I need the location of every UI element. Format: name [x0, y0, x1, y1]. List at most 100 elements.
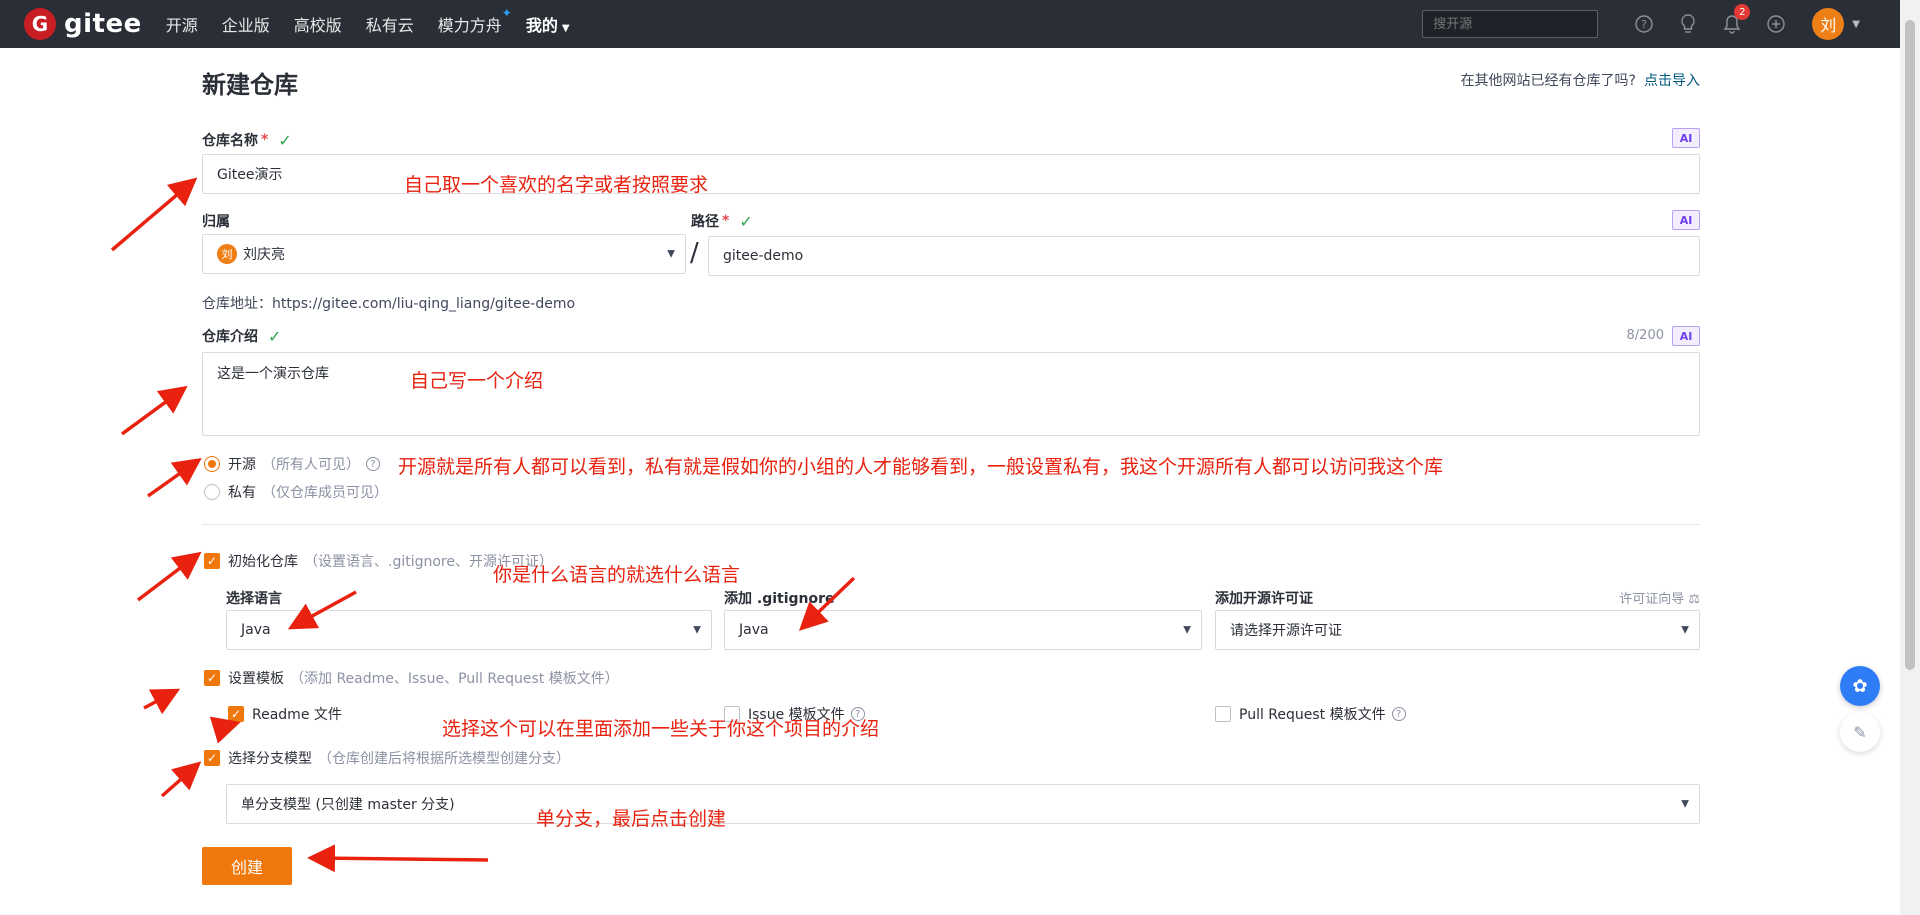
template-label: 设置模板: [228, 671, 284, 687]
repo-address: 仓库地址：https://gitee.com/liu-qing_liang/gi…: [202, 296, 576, 312]
language-value: Java: [241, 622, 271, 638]
template-hint: （添加 Readme、Issue、Pull Request 模板文件）: [290, 671, 619, 687]
chevron-down-icon: ▼: [1183, 624, 1191, 636]
import-link[interactable]: 点击导入: [1644, 73, 1700, 89]
language-label: 选择语言: [226, 591, 282, 607]
gitignore-select[interactable]: Java ▼: [724, 610, 1202, 650]
top-nav: G gitee 开源 企业版 高校版 私有云 模力方舟✦ 我的▼ ? 2 刘 ▼: [0, 0, 1900, 48]
intro-value: 这是一个演示仓库: [217, 366, 329, 382]
owner-value: 刘庆亮: [243, 247, 285, 263]
path-input[interactable]: gitee-demo: [708, 236, 1700, 276]
visibility-public[interactable]: 开源 （所有人可见） ?: [204, 454, 380, 474]
nav-link-moli-label: 模力方舟: [437, 16, 502, 35]
template-row[interactable]: ✓ 设置模板 （添加 Readme、Issue、Pull Request 模板文…: [204, 668, 619, 688]
nav-right: ? 2 刘 ▼: [1422, 0, 1860, 48]
owner-avatar: 刘: [217, 244, 237, 264]
annotation-visibility: 开源就是所有人都可以看到，私有就是假如你的小组的人才能够看到，一般设置私有，我这…: [398, 456, 1444, 478]
import-hint-text: 在其他网站已经有仓库了吗?: [1460, 73, 1636, 89]
arrow-repo-name: [110, 177, 198, 252]
gitignore-value: Java: [739, 622, 769, 638]
nav-link-opensource[interactable]: 开源: [166, 12, 198, 36]
license-select[interactable]: 请选择开源许可证 ▼: [1215, 610, 1700, 650]
svg-text:?: ?: [1641, 18, 1647, 31]
nav-link-mine-label: 我的: [525, 16, 558, 35]
gitee-logo-icon: G: [24, 8, 56, 40]
chevron-down-icon: ▼: [1681, 798, 1689, 810]
create-button[interactable]: 创建: [202, 847, 292, 885]
arrow-readme: [209, 716, 241, 744]
question-icon[interactable]: ?: [1391, 707, 1406, 721]
readme-checkbox[interactable]: ✓: [228, 706, 244, 722]
nav-link-private-cloud[interactable]: 私有云: [366, 12, 414, 36]
lightbulb-icon[interactable]: [1678, 14, 1698, 34]
private-hint: （仅仓库成员可见）: [262, 485, 388, 501]
check-icon: ✓: [268, 326, 282, 346]
arrow-init: [136, 551, 202, 602]
branch-model-value: 单分支模型 (只创建 master 分支): [241, 797, 455, 813]
license-placeholder: 请选择开源许可证: [1230, 623, 1342, 639]
nav-link-mine[interactable]: 我的 ▼: [526, 12, 570, 36]
radio-public[interactable]: [204, 456, 220, 472]
license-guide-link[interactable]: 许可证向导 ⚖: [1619, 588, 1700, 607]
check-icon: ✓: [278, 130, 292, 150]
required-mark: *: [261, 132, 269, 148]
annotation-readme: 选择这个可以在里面添加一些关于你这个项目的介绍: [442, 718, 880, 740]
visibility-private[interactable]: 私有 （仅仓库成员可见）: [204, 482, 388, 502]
branch-hint: （仓库创建后将根据所选模型创建分支）: [318, 751, 570, 767]
gitee-logo[interactable]: G gitee: [24, 8, 142, 40]
nav-link-education[interactable]: 高校版: [294, 12, 342, 36]
feedback-edit-icon[interactable]: ✎: [1840, 712, 1880, 752]
arrow-branch: [160, 761, 202, 798]
annotation-branch: 单分支，最后点击创建: [536, 808, 727, 830]
radio-private[interactable]: [204, 484, 220, 500]
owner-select[interactable]: 刘 刘庆亮 ▼: [202, 234, 686, 274]
sparkle-icon: ✦: [501, 6, 512, 20]
nav-links: 开源 企业版 高校版 私有云 模力方舟 ✦ 我的 ▼: [166, 6, 594, 36]
section-divider: [202, 524, 1700, 525]
plus-icon[interactable]: [1766, 14, 1786, 34]
repo-name-label-text: 仓库名称: [202, 133, 258, 149]
question-icon[interactable]: ?: [366, 457, 380, 471]
search-input[interactable]: [1422, 10, 1599, 38]
pr-template-row[interactable]: Pull Request 模板文件 ?: [1215, 704, 1406, 724]
ai-tag-path[interactable]: AI: [1672, 210, 1700, 230]
annotation-language: 你是什么语言的就选什么语言: [493, 564, 741, 586]
language-select[interactable]: Java ▼: [226, 610, 712, 650]
annotation-intro: 自己写一个介绍: [410, 370, 544, 392]
page-scrollbar[interactable]: [1900, 0, 1920, 915]
readme-row[interactable]: ✓ Readme 文件: [228, 704, 342, 724]
public-label: 开源: [228, 457, 256, 473]
check-icon: ✓: [739, 211, 753, 231]
branch-checkbox[interactable]: ✓: [204, 750, 220, 766]
branch-model-select[interactable]: 单分支模型 (只创建 master 分支) ▼: [226, 784, 1700, 824]
avatar-chevron-down-icon[interactable]: ▼: [1852, 19, 1860, 30]
scale-icon: ⚖: [1688, 592, 1700, 607]
template-checkbox[interactable]: ✓: [204, 670, 220, 686]
help-icon[interactable]: ?: [1634, 14, 1654, 34]
bell-icon[interactable]: 2: [1722, 4, 1751, 34]
path-label: 路径 * ✓: [691, 211, 753, 231]
license-label: 添加开源许可证: [1215, 591, 1313, 607]
repo-name-label: 仓库名称 * ✓: [202, 130, 292, 150]
private-label: 私有: [228, 485, 256, 501]
ai-assistant-icon[interactable]: ✿: [1840, 666, 1880, 706]
branch-label: 选择分支模型: [228, 751, 312, 767]
pr-template-checkbox[interactable]: [1215, 706, 1231, 722]
required-mark: *: [722, 213, 730, 229]
arrow-template: [143, 688, 181, 715]
nav-link-moli[interactable]: 模力方舟 ✦: [437, 6, 512, 36]
arrow-visibility: [146, 457, 202, 498]
readme-label: Readme 文件: [252, 707, 342, 723]
branch-row[interactable]: ✓ 选择分支模型 （仓库创建后将根据所选模型创建分支）: [204, 748, 570, 768]
chevron-down-icon: ▼: [693, 624, 701, 636]
intro-textarea[interactable]: 这是一个演示仓库: [202, 352, 1700, 436]
init-repo-checkbox[interactable]: ✓: [204, 553, 220, 569]
path-separator: /: [690, 238, 699, 268]
logo-text: gitee: [64, 9, 142, 39]
scroll-thumb[interactable]: [1905, 20, 1915, 670]
user-avatar[interactable]: 刘: [1812, 8, 1845, 40]
ai-tag-repo-name[interactable]: AI: [1672, 128, 1700, 148]
ai-tag-intro[interactable]: AI: [1672, 326, 1700, 346]
nav-link-enterprise[interactable]: 企业版: [222, 12, 270, 36]
path-label-text: 路径: [691, 214, 719, 230]
